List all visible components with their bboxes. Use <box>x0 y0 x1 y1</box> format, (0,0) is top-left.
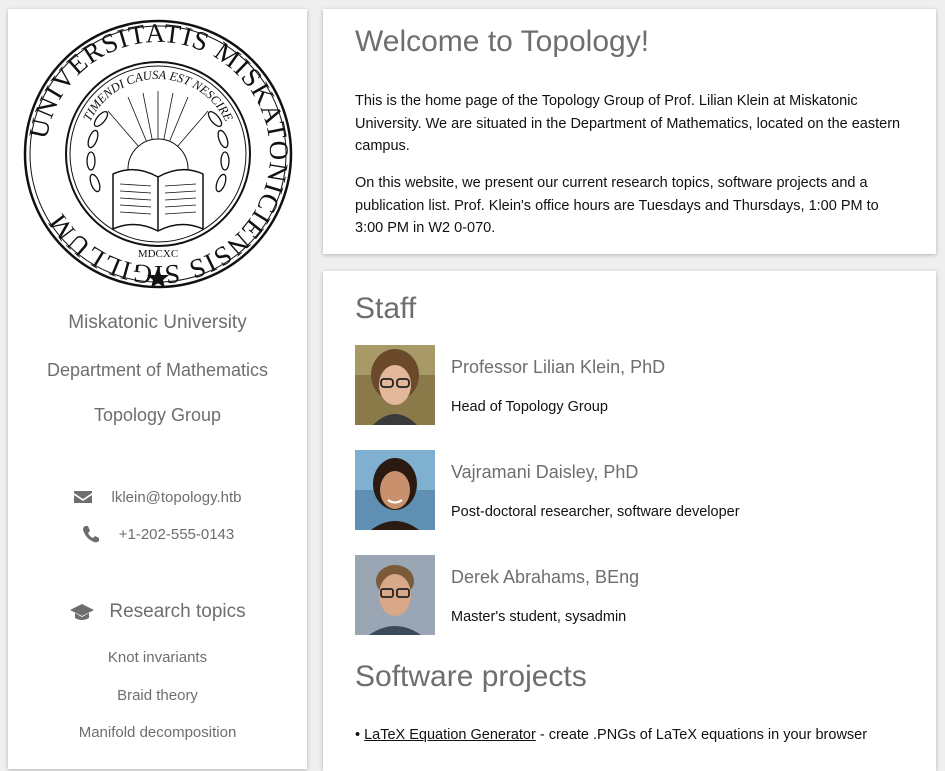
staff-member: Derek Abrahams, BEng Master's student, s… <box>355 555 915 635</box>
staff-member: Professor Lilian Klein, PhD Head of Topo… <box>355 345 915 425</box>
staff-photo-daisley <box>355 450 435 530</box>
phone-icon <box>82 526 99 543</box>
department-name: Department of Mathematics <box>46 360 269 380</box>
staff-name: Vajramani Daisley, PhD <box>451 462 639 482</box>
phone-row: +1-202-555-0143 <box>8 524 307 544</box>
staff-role: Post-doctoral researcher, software devel… <box>451 504 740 520</box>
research-topics-heading: Research topics <box>8 601 307 623</box>
software-title: Software projects <box>355 660 587 693</box>
staff-photo-klein <box>355 345 435 425</box>
staff-role: Master's student, sysadmin <box>451 609 627 625</box>
software-description: - create .PNGs of LaTeX equations in you… <box>535 727 868 743</box>
university-seal-logo: UNIVERSITATIS MISKATONICIENSIS SIGILLUM … <box>23 19 293 289</box>
welcome-title: Welcome to Topology! <box>355 25 650 58</box>
software-item: • LaTeX Equation Generator - create .PNG… <box>355 727 867 743</box>
staff-member: Vajramani Daisley, PhD Post-doctoral res… <box>355 450 915 530</box>
bullet: • <box>355 727 361 743</box>
sidebar: UNIVERSITATIS MISKATONICIENSIS SIGILLUM … <box>8 9 307 769</box>
staff-card: Staff Professor Lilian Klein, PhD Head o… <box>323 271 936 771</box>
staff-name: Professor Lilian Klein, PhD <box>451 357 666 377</box>
email-address[interactable]: lklein@topology.htb <box>111 489 241 506</box>
topic-braid-theory[interactable]: Braid theory <box>8 687 307 704</box>
staff-photo-abrahams <box>355 555 435 635</box>
university-name: Miskatonic University <box>68 312 247 333</box>
welcome-paragraph-1: This is the home page of the Topology Gr… <box>355 93 901 154</box>
seal-year: MDCXC <box>138 248 178 260</box>
topic-manifold-decomposition[interactable]: Manifold decomposition <box>8 724 307 741</box>
email-row[interactable]: lklein@topology.htb <box>8 487 307 507</box>
welcome-card: Welcome to Topology! This is the home pa… <box>323 9 936 254</box>
research-topics-label: Research topics <box>109 601 246 622</box>
staff-name: Derek Abrahams, BEng <box>451 567 640 587</box>
latex-generator-link[interactable]: LaTeX Equation Generator <box>364 727 536 743</box>
envelope-icon <box>74 491 93 503</box>
welcome-paragraph-2: On this website, we present our current … <box>355 175 879 236</box>
staff-role: Head of Topology Group <box>451 399 608 415</box>
group-name: Topology Group <box>93 405 222 425</box>
topic-knot-invariants[interactable]: Knot invariants <box>8 649 307 666</box>
graduation-cap-icon <box>70 604 95 620</box>
phone-number: +1-202-555-0143 <box>118 525 235 543</box>
staff-title: Staff <box>355 292 417 325</box>
